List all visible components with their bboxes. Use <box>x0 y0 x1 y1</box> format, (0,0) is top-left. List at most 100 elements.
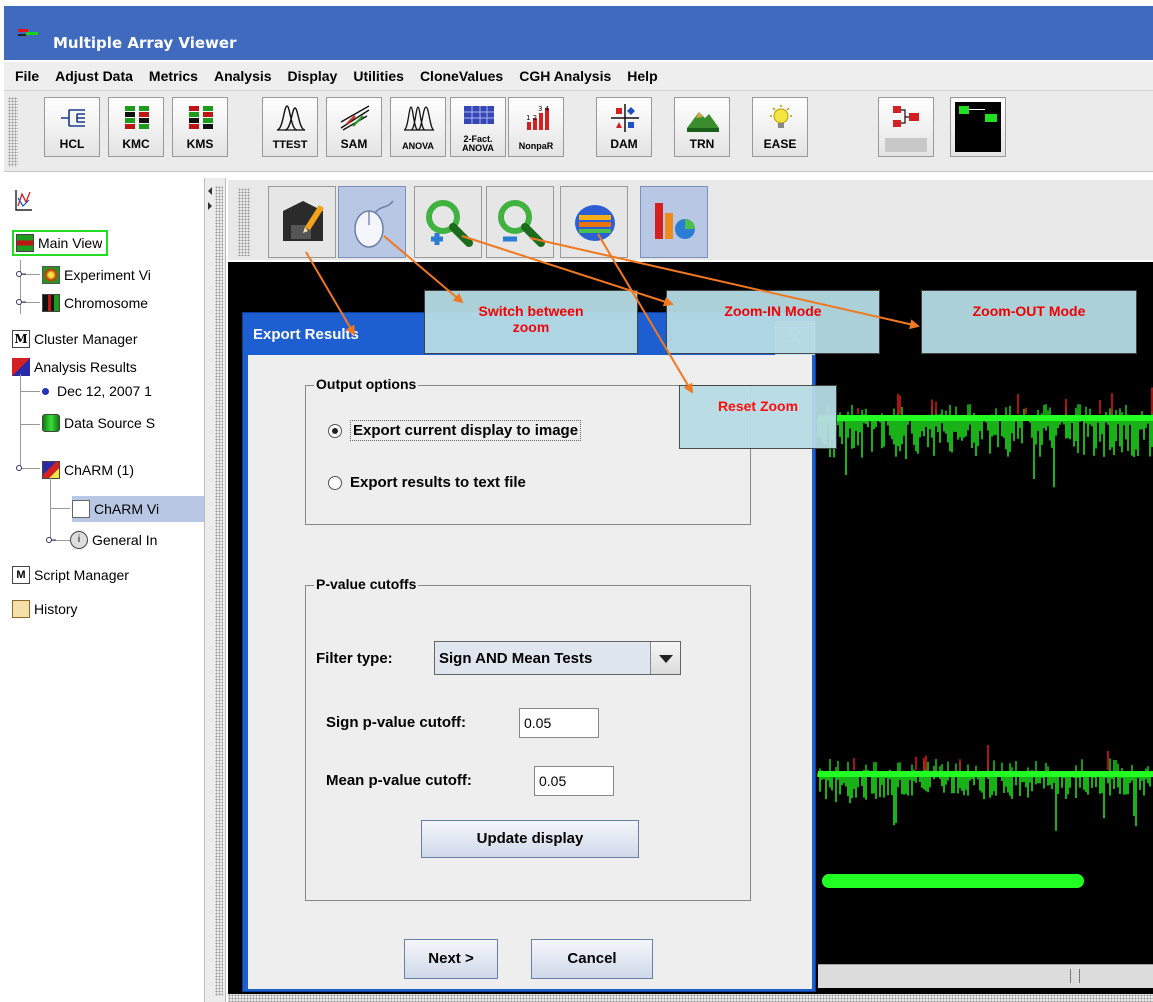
export-text-option[interactable]: Export results to text file <box>328 474 526 491</box>
network-icon <box>893 106 919 127</box>
analysis-toolbar: HCL KMC KMS TTEST SAM ANOVA 2-Fact. ANOV… <box>4 90 1153 172</box>
cancel-button[interactable]: Cancel <box>531 939 653 979</box>
network-button[interactable] <box>878 97 934 157</box>
dam-button[interactable]: DAM <box>596 97 652 157</box>
divider-arrows-icon[interactable] <box>207 186 213 212</box>
callout-zoom-in: Zoom-IN Mode <box>666 290 880 354</box>
anova-peaks-icon <box>403 106 435 131</box>
nonpar-button[interactable]: 1 2 3 4 NonpaR <box>508 97 564 157</box>
sam-label: SAM <box>340 137 368 151</box>
charm-icon <box>42 461 60 479</box>
tree-data-source[interactable]: Data Source S <box>42 410 208 436</box>
ease-button[interactable]: EASE <box>752 97 808 157</box>
update-display-button[interactable]: Update display <box>421 820 639 858</box>
tree-charm-viewer[interactable]: ChARM Vi <box>72 496 208 522</box>
sign-cutoff-label: Sign p-value cutoff: <box>326 714 466 731</box>
chart-icon <box>655 203 695 239</box>
kmc-button[interactable]: KMC <box>108 97 164 157</box>
export-image-label: Export current display to image <box>350 420 582 441</box>
tree-experiment-viewer[interactable]: Experiment Vi <box>42 262 208 288</box>
mean-cutoff-input[interactable] <box>534 766 614 796</box>
scrollbar-grip[interactable] <box>1070 969 1080 983</box>
tree-analysis-results[interactable]: Analysis Results <box>12 354 208 380</box>
tree-diagram-button[interactable] <box>950 97 1006 157</box>
output-options-title: Output options <box>314 376 419 392</box>
export-image-option[interactable]: Export current display to image <box>328 420 582 441</box>
chromosome-icon <box>42 294 60 312</box>
svg-text:3 4: 3 4 <box>538 105 550 113</box>
menu-cgh-analysis[interactable]: CGH Analysis <box>519 68 611 84</box>
split-pane-divider[interactable] <box>204 178 226 1002</box>
signal-trace <box>817 387 1153 488</box>
dam-label: DAM <box>610 137 638 151</box>
tree-charm[interactable]: ChARM (1) <box>42 457 208 483</box>
bullet-icon <box>42 387 49 395</box>
root-graph-icon[interactable] <box>14 188 34 212</box>
script-manager-icon: M <box>12 566 30 584</box>
callout-switch-zoom: Switch between zoom <box>424 290 638 354</box>
two-factor-anova-button[interactable]: 2-Fact. ANOVA <box>450 97 506 157</box>
anova-label: ANOVA <box>402 141 434 151</box>
tree-diagram-icon <box>955 102 1001 152</box>
anova-button[interactable]: ANOVA <box>390 97 446 157</box>
menu-analysis[interactable]: Analysis <box>214 68 272 84</box>
kms-label: KMS <box>186 137 214 151</box>
expand-handle-icon[interactable] <box>16 299 26 305</box>
zoom-out-button[interactable] <box>486 186 554 258</box>
divider-grip[interactable] <box>215 186 223 996</box>
hcl-button[interactable]: HCL <box>44 97 100 157</box>
next-button[interactable]: Next > <box>404 939 498 979</box>
experiment-viewer-icon <box>42 266 60 284</box>
tree-general-info[interactable]: i General In <box>70 527 208 553</box>
tree-analysis-date[interactable]: Dec 12, 2007 1 <box>38 378 208 404</box>
dialog-title: Export Results <box>253 326 359 343</box>
display-toolbar-grip[interactable] <box>238 188 250 256</box>
menu-clonevalues[interactable]: CloneValues <box>420 68 503 84</box>
reset-zoom-button[interactable] <box>560 186 628 258</box>
title-bar: Multiple Array Viewer <box>4 6 1153 60</box>
kms-button[interactable]: KMS <box>172 97 228 157</box>
svg-text:1 2: 1 2 <box>526 114 537 122</box>
horizontal-scrollbar[interactable] <box>818 964 1153 988</box>
mean-cutoff-label: Mean p-value cutoff: <box>326 772 472 789</box>
trn-label: TRN <box>689 137 715 151</box>
tree-connector <box>20 260 21 314</box>
filter-type-select[interactable]: Sign AND Mean Tests <box>434 641 681 675</box>
trn-button[interactable]: TRN <box>674 97 730 157</box>
chart-button[interactable] <box>640 186 708 258</box>
radio-selected-icon[interactable] <box>328 423 342 438</box>
kmc-grid-icon <box>125 106 149 129</box>
sam-button[interactable]: SAM <box>326 97 382 157</box>
tree-history[interactable]: History <box>12 596 208 622</box>
nonpar-label: NonpaR <box>518 141 554 151</box>
zoom-in-button[interactable] <box>414 186 482 258</box>
collapse-handle-icon[interactable] <box>16 465 26 471</box>
tree-script-manager[interactable]: M Script Manager <box>12 562 208 588</box>
expand-handle-icon[interactable] <box>46 537 56 543</box>
chevron-down-icon[interactable] <box>650 642 680 674</box>
history-scroll-icon <box>12 600 30 618</box>
menu-display[interactable]: Display <box>288 68 338 84</box>
ttest-button[interactable]: TTEST <box>262 97 318 157</box>
ttest-peaks-icon <box>276 105 306 131</box>
menu-metrics[interactable]: Metrics <box>149 68 198 84</box>
tree-cluster-manager[interactable]: M Cluster Manager <box>12 326 208 352</box>
tree-connector <box>50 478 51 540</box>
pvalue-cutoffs-title: P-value cutoffs <box>314 576 419 592</box>
menu-adjust-data[interactable]: Adjust Data <box>55 68 133 84</box>
expand-handle-icon[interactable] <box>16 271 26 277</box>
tree-chromosome[interactable]: Chromosome <box>42 290 208 316</box>
cluster-manager-icon: M <box>12 330 30 348</box>
toolbar-grip[interactable] <box>8 97 18 167</box>
mouse-icon <box>354 200 394 248</box>
sign-cutoff-input[interactable] <box>519 708 599 738</box>
hcl-label: HCL <box>59 137 85 151</box>
menu-help[interactable]: Help <box>627 68 657 84</box>
menu-utilities[interactable]: Utilities <box>353 68 404 84</box>
tree-main-view[interactable]: Main View <box>12 230 109 256</box>
ease-label: EASE <box>763 137 797 151</box>
save-button[interactable] <box>268 186 336 258</box>
radio-unselected-icon[interactable] <box>328 475 342 490</box>
switch-zoom-button[interactable] <box>338 186 406 258</box>
menu-file[interactable]: File <box>15 68 39 84</box>
